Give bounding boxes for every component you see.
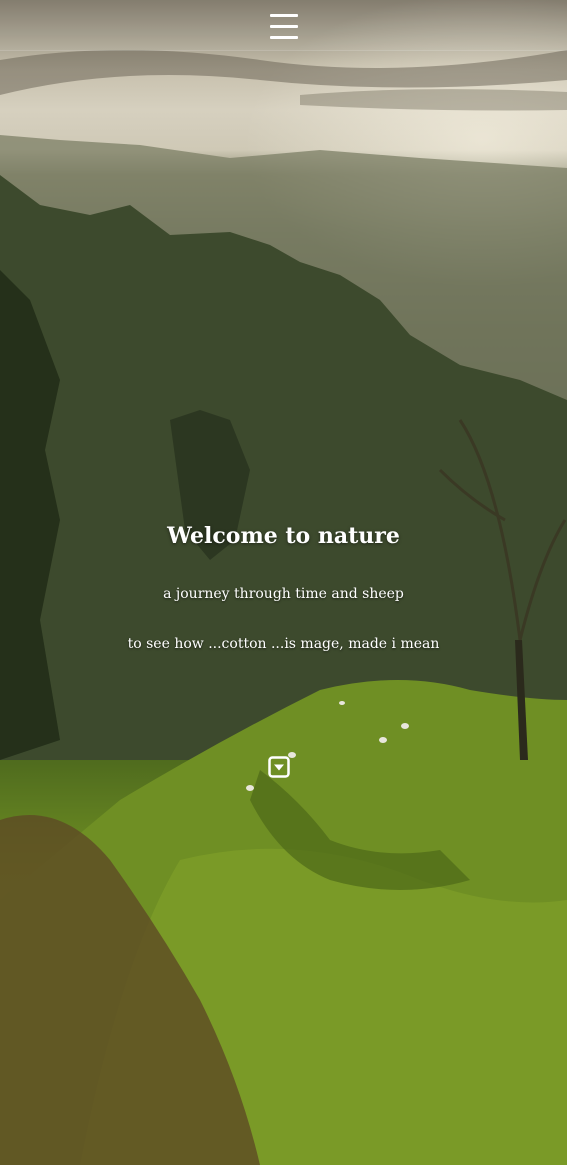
menu-bar-top bbox=[270, 14, 298, 17]
page: Welcome to nature a journey through time… bbox=[0, 0, 567, 1165]
caret-down-square-icon[interactable] bbox=[268, 756, 290, 778]
hero-section: Welcome to nature a journey through time… bbox=[0, 520, 567, 654]
hamburger-menu-icon[interactable] bbox=[270, 13, 298, 41]
top-navigation-bar bbox=[0, 0, 567, 51]
hero-title: Welcome to nature bbox=[167, 523, 400, 549]
menu-bar-bottom bbox=[270, 36, 298, 39]
hero-subtagline: to see how ...cotton ...is mage, made i … bbox=[127, 636, 440, 652]
menu-bar-middle bbox=[270, 25, 298, 28]
hero-tagline: a journey through time and sheep bbox=[163, 586, 404, 602]
